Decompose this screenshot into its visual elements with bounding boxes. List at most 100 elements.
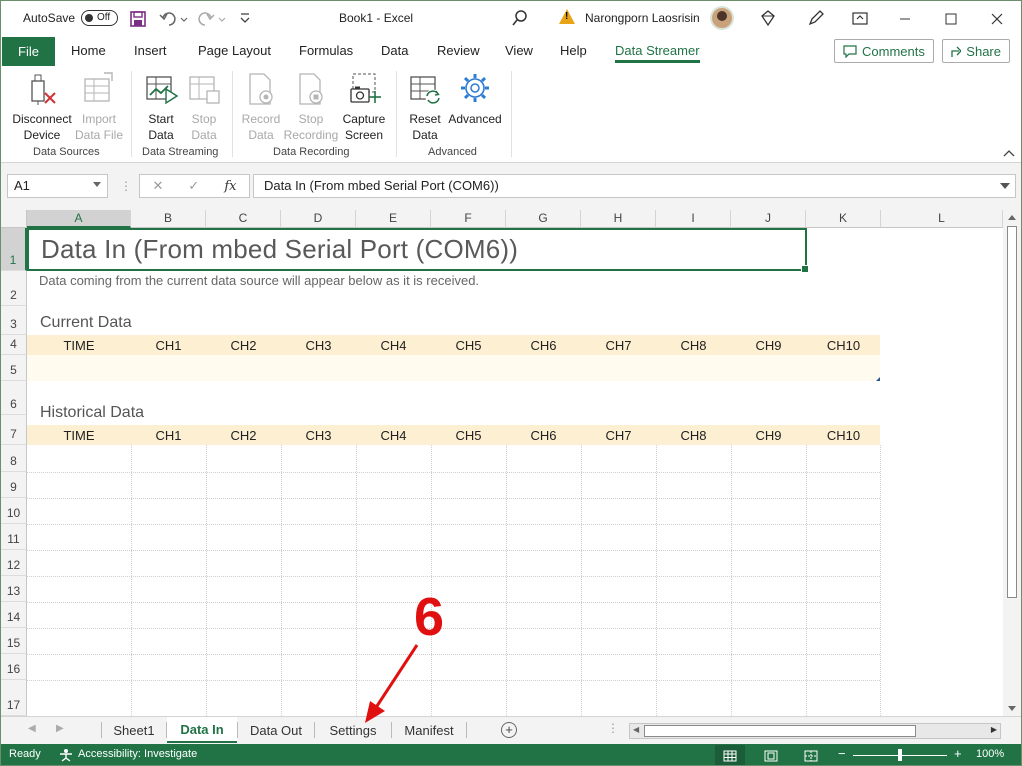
scroll-down-icon[interactable] xyxy=(1008,706,1016,711)
maximize-button[interactable] xyxy=(928,1,974,36)
scroll-up-icon[interactable] xyxy=(1008,215,1016,220)
zoom-slider-thumb[interactable] xyxy=(898,749,902,761)
row-header-14[interactable]: 14 xyxy=(1,602,27,628)
row-header-2[interactable]: 2 xyxy=(1,271,27,306)
column-header-c[interactable]: C xyxy=(206,210,281,228)
column-header-e[interactable]: E xyxy=(356,210,431,228)
tab-file[interactable]: File xyxy=(2,37,55,66)
minimize-button[interactable] xyxy=(882,1,928,36)
row-header-6[interactable]: 6 xyxy=(1,381,27,415)
select-all-corner[interactable] xyxy=(1,210,27,228)
table-resize-handle[interactable] xyxy=(876,377,880,381)
row-header-8[interactable]: 8 xyxy=(1,445,27,472)
add-sheet-button[interactable]: + xyxy=(501,722,517,738)
row-header-11[interactable]: 11 xyxy=(1,524,27,550)
tab-page-layout[interactable]: Page Layout xyxy=(198,43,271,58)
horizontal-scrollbar[interactable]: ◀ ▶ xyxy=(629,723,1001,739)
tab-insert[interactable]: Insert xyxy=(134,43,167,58)
row-header-15[interactable]: 15 xyxy=(1,628,27,654)
row-header-1[interactable]: 1 xyxy=(1,228,27,271)
customize-qat-icon[interactable] xyxy=(239,12,251,26)
zoom-in-button[interactable]: + xyxy=(954,746,962,761)
column-header-i[interactable]: I xyxy=(656,210,731,228)
accessibility-icon[interactable] xyxy=(59,748,73,762)
tab-data-streamer[interactable]: Data Streamer xyxy=(615,43,700,63)
row-header-17[interactable]: 17 xyxy=(1,680,27,716)
page-break-view-button[interactable] xyxy=(796,745,826,765)
share-button[interactable]: Share xyxy=(942,39,1010,63)
next-sheet-icon[interactable]: ▶ xyxy=(56,723,64,734)
tab-view[interactable]: View xyxy=(505,43,533,58)
sheet-tab-data-in[interactable]: Data In xyxy=(167,717,237,743)
column-header-k[interactable]: K xyxy=(806,210,881,228)
record-data-button[interactable]: Record Data xyxy=(239,71,283,143)
user-name[interactable]: Narongporn Laosrisin xyxy=(585,11,700,25)
row-header-12[interactable]: 12 xyxy=(1,550,27,576)
column-header-l[interactable]: L xyxy=(881,210,1003,228)
tab-help[interactable]: Help xyxy=(560,43,587,58)
tab-formulas[interactable]: Formulas xyxy=(299,43,353,58)
tab-review[interactable]: Review xyxy=(437,43,480,58)
zoom-level[interactable]: 100% xyxy=(976,748,1004,760)
vertical-scrollbar[interactable] xyxy=(1003,210,1021,716)
search-icon[interactable] xyxy=(511,9,529,27)
column-header-j[interactable]: J xyxy=(731,210,806,228)
diamond-icon[interactable] xyxy=(759,9,777,27)
pen-icon[interactable] xyxy=(807,9,825,27)
tab-splitter-icon[interactable]: ⋮ xyxy=(607,721,619,735)
name-box[interactable]: A1 xyxy=(7,174,108,198)
capture-screen-button[interactable]: Capture Screen xyxy=(341,71,387,143)
insert-function-icon[interactable]: fx xyxy=(224,179,236,194)
sheet-tab-data-out[interactable]: Data Out xyxy=(238,717,314,743)
column-header-d[interactable]: D xyxy=(281,210,356,228)
collapse-ribbon-icon[interactable] xyxy=(1003,149,1015,157)
ribbon-display-icon[interactable] xyxy=(852,10,868,26)
autosave-toggle[interactable]: Off xyxy=(81,10,118,26)
active-cell-selection[interactable] xyxy=(27,228,809,273)
splitter-icon[interactable]: ⋮ xyxy=(120,179,132,193)
warning-icon[interactable]: ! xyxy=(559,9,575,24)
current-data-row[interactable] xyxy=(27,355,880,381)
comments-button[interactable]: Comments xyxy=(834,39,934,63)
tab-data[interactable]: Data xyxy=(381,43,408,58)
vertical-scroll-thumb[interactable] xyxy=(1007,226,1017,598)
scroll-left-icon[interactable]: ◀ xyxy=(633,725,639,734)
sheet-tab-sheet1[interactable]: Sheet1 xyxy=(102,717,166,743)
formula-input[interactable]: Data In (From mbed Serial Port (COM6)) xyxy=(253,174,1016,198)
disconnect-device-button[interactable]: Disconnect Device xyxy=(11,71,73,143)
worksheet-grid[interactable]: ABCDEFGHIJKL 1 2 3 4 5 6 7 8 9 10 11 12 13 14 15 16 17 T… xyxy=(1,210,1003,716)
reset-data-button[interactable]: Reset Data xyxy=(405,71,445,143)
save-icon[interactable] xyxy=(129,10,147,28)
column-header-h[interactable]: H xyxy=(581,210,656,228)
prev-sheet-icon[interactable]: ◀ xyxy=(28,723,36,734)
row-header-9[interactable]: 9 xyxy=(1,472,27,498)
normal-view-button[interactable] xyxy=(715,745,745,765)
enter-icon[interactable]: ✓ xyxy=(188,178,199,194)
page-layout-view-button[interactable] xyxy=(756,745,786,765)
start-data-button[interactable]: Start Data xyxy=(141,71,181,143)
undo-icon[interactable] xyxy=(159,10,189,28)
row-header-5[interactable]: 5 xyxy=(1,355,27,381)
column-header-a[interactable]: A xyxy=(27,210,131,228)
row-header-7[interactable]: 7 xyxy=(1,415,27,445)
row-header-13[interactable]: 13 xyxy=(1,576,27,602)
accessibility-status[interactable]: Accessibility: Investigate xyxy=(78,748,197,760)
tab-home[interactable]: Home xyxy=(71,43,106,58)
column-header-f[interactable]: F xyxy=(431,210,506,228)
column-header-g[interactable]: G xyxy=(506,210,581,228)
column-header-b[interactable]: B xyxy=(131,210,206,228)
stop-recording-button[interactable]: Stop Recording xyxy=(283,71,339,143)
row-header-3[interactable]: 3 xyxy=(1,306,27,335)
scroll-right-icon[interactable]: ▶ xyxy=(991,725,997,734)
zoom-out-button[interactable]: − xyxy=(838,746,846,761)
avatar[interactable] xyxy=(710,6,734,30)
redo-icon[interactable] xyxy=(197,10,227,28)
cancel-icon[interactable]: ✕ xyxy=(153,178,164,194)
close-button[interactable] xyxy=(974,1,1020,36)
advanced-button[interactable]: Advanced xyxy=(447,71,503,127)
stop-data-button[interactable]: Stop Data xyxy=(184,71,224,143)
import-data-file-button[interactable]: Import Data File xyxy=(74,71,124,143)
horizontal-scroll-thumb[interactable] xyxy=(644,725,916,737)
row-header-10[interactable]: 10 xyxy=(1,498,27,524)
row-header-16[interactable]: 16 xyxy=(1,654,27,680)
